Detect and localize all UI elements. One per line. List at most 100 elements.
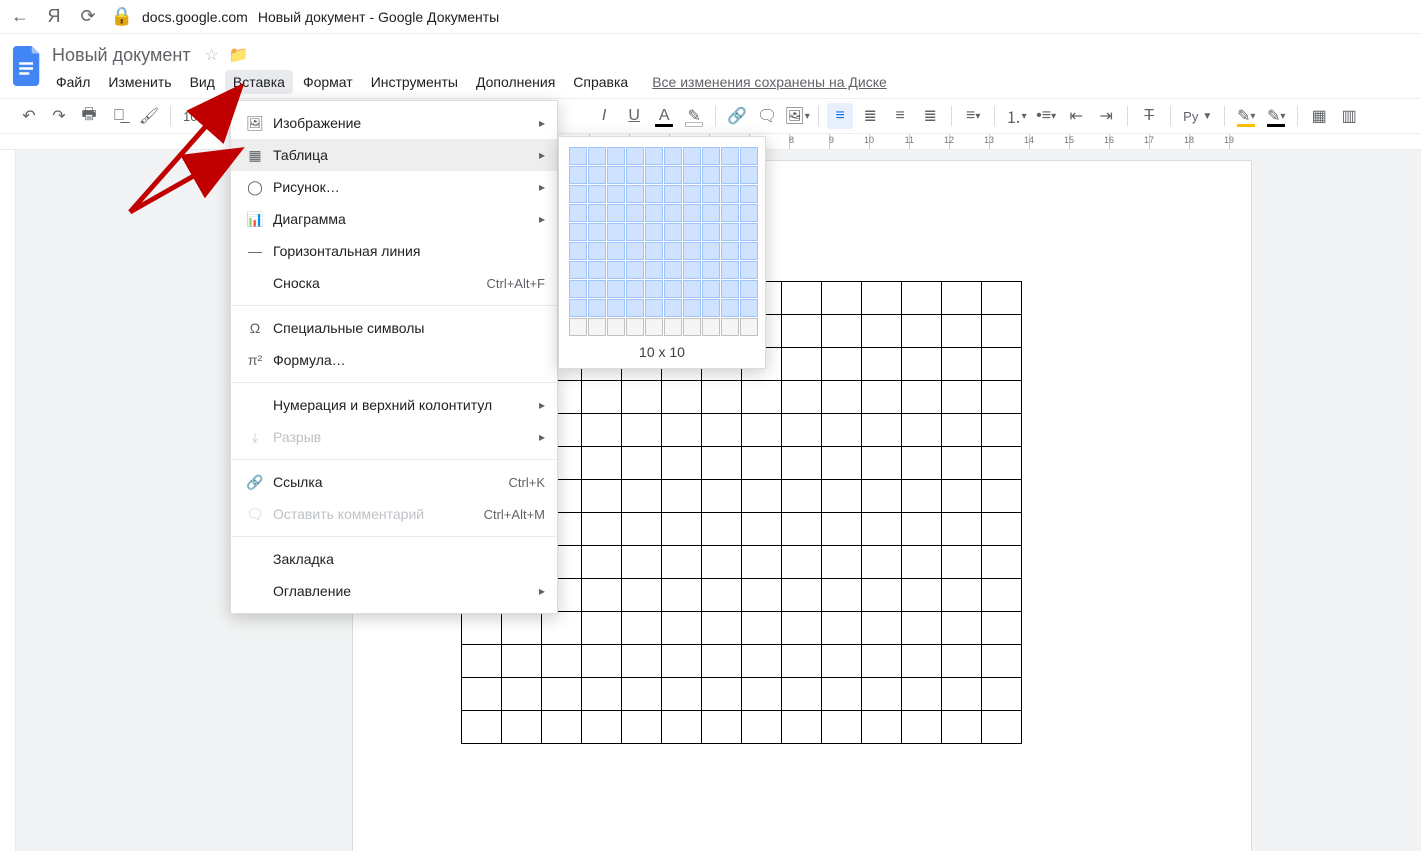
picker-cell[interactable]: [721, 147, 739, 165]
picker-cell[interactable]: [740, 261, 758, 279]
menu-item-toc[interactable]: Оглавление ▸: [231, 575, 557, 607]
menu-addons[interactable]: Дополнения: [468, 70, 563, 94]
back-icon[interactable]: ←: [10, 6, 30, 27]
undo-icon[interactable]: ↶: [16, 103, 42, 129]
picker-cell[interactable]: [607, 280, 625, 298]
picker-cell[interactable]: [645, 280, 663, 298]
picker-cell[interactable]: [569, 299, 587, 317]
picker-cell[interactable]: [664, 280, 682, 298]
picker-cell[interactable]: [740, 280, 758, 298]
picker-cell[interactable]: [740, 318, 758, 336]
picker-cell[interactable]: [664, 261, 682, 279]
picker-cell[interactable]: [626, 261, 644, 279]
picker-cell[interactable]: [702, 242, 720, 260]
picker-cell[interactable]: [626, 204, 644, 222]
picker-cell[interactable]: [740, 242, 758, 260]
picker-cell[interactable]: [607, 185, 625, 203]
reload-icon[interactable]: ⟳: [78, 6, 98, 27]
picker-cell[interactable]: [702, 318, 720, 336]
picker-cell[interactable]: [664, 147, 682, 165]
picker-cell[interactable]: [626, 185, 644, 203]
picker-cell[interactable]: [645, 299, 663, 317]
save-status[interactable]: Все изменения сохранены на Диске: [652, 74, 887, 90]
line-spacing-icon[interactable]: ≡▾: [960, 103, 986, 129]
picker-cell[interactable]: [721, 318, 739, 336]
picker-cell[interactable]: [588, 223, 606, 241]
picker-cell[interactable]: [721, 242, 739, 260]
picker-cell[interactable]: [664, 204, 682, 222]
picker-cell[interactable]: [569, 223, 587, 241]
picker-cell[interactable]: [607, 261, 625, 279]
picker-cell[interactable]: [683, 280, 701, 298]
picker-cell[interactable]: [569, 185, 587, 203]
picker-cell[interactable]: [569, 204, 587, 222]
picker-cell[interactable]: [702, 185, 720, 203]
picker-cell[interactable]: [607, 147, 625, 165]
picker-cell[interactable]: [702, 166, 720, 184]
picker-cell[interactable]: [683, 261, 701, 279]
paint-format-icon[interactable]: 🖌: [136, 103, 162, 129]
picker-cell[interactable]: [683, 204, 701, 222]
picker-cell[interactable]: [721, 185, 739, 203]
docs-logo-icon[interactable]: [8, 42, 48, 90]
insert-image-icon[interactable]: 🖼▾: [784, 103, 810, 129]
picker-cell[interactable]: [569, 242, 587, 260]
picker-cell[interactable]: [702, 204, 720, 222]
picker-cell[interactable]: [588, 261, 606, 279]
picker-cell[interactable]: [740, 147, 758, 165]
picker-cell[interactable]: [664, 223, 682, 241]
menu-item-footnote[interactable]: Сноска Ctrl+Alt+F: [231, 267, 557, 299]
menu-item-special-chars[interactable]: Ω Специальные символы: [231, 312, 557, 344]
picker-cell[interactable]: [607, 299, 625, 317]
picker-cell[interactable]: [683, 299, 701, 317]
indent-increase-icon[interactable]: ⇥: [1093, 103, 1119, 129]
menu-view[interactable]: Вид: [182, 70, 223, 94]
picker-cell[interactable]: [626, 166, 644, 184]
menu-item-bookmark[interactable]: Закладка: [231, 543, 557, 575]
picker-cell[interactable]: [626, 147, 644, 165]
menu-insert[interactable]: Вставка: [225, 70, 293, 94]
picker-cell[interactable]: [645, 223, 663, 241]
address-bar[interactable]: 🔒 docs.google.com Новый документ - Googl…: [112, 6, 499, 27]
picker-cell[interactable]: [664, 299, 682, 317]
picker-cell[interactable]: [626, 223, 644, 241]
picker-cell[interactable]: [664, 318, 682, 336]
picker-cell[interactable]: [588, 280, 606, 298]
picker-cell[interactable]: [664, 185, 682, 203]
picker-cell[interactable]: [588, 299, 606, 317]
picker-cell[interactable]: [607, 242, 625, 260]
picker-cell[interactable]: [721, 280, 739, 298]
picker-cell[interactable]: [588, 147, 606, 165]
picker-cell[interactable]: [721, 299, 739, 317]
picker-cell[interactable]: [740, 299, 758, 317]
picker-cell[interactable]: [740, 223, 758, 241]
align-left-icon[interactable]: ≡: [827, 103, 853, 129]
picker-cell[interactable]: [569, 318, 587, 336]
picker-cell[interactable]: [626, 242, 644, 260]
align-right-icon[interactable]: ≡: [887, 103, 913, 129]
menu-item-header-footer[interactable]: Нумерация и верхний колонтитул ▸: [231, 389, 557, 421]
indent-decrease-icon[interactable]: ⇤: [1063, 103, 1089, 129]
picker-cell[interactable]: [740, 204, 758, 222]
menu-edit[interactable]: Изменить: [100, 70, 179, 94]
picker-cell[interactable]: [626, 318, 644, 336]
picker-cell[interactable]: [607, 318, 625, 336]
picker-cell[interactable]: [626, 280, 644, 298]
picker-cell[interactable]: [702, 261, 720, 279]
picker-cell[interactable]: [740, 185, 758, 203]
underline-icon[interactable]: U: [621, 103, 647, 129]
picker-cell[interactable]: [683, 185, 701, 203]
picker-cell[interactable]: [569, 280, 587, 298]
star-icon[interactable]: ☆: [205, 45, 219, 65]
menu-item-table[interactable]: ▦ Таблица ▸: [231, 139, 557, 171]
align-justify-icon[interactable]: ≣: [917, 103, 943, 129]
picker-cell[interactable]: [740, 166, 758, 184]
menu-item-image[interactable]: 🖼 Изображение ▸: [231, 107, 557, 139]
picker-cell[interactable]: [588, 204, 606, 222]
cell-merge-icon[interactable]: ▥: [1336, 103, 1362, 129]
menu-format[interactable]: Формат: [295, 70, 361, 94]
input-tools[interactable]: Ру▼: [1179, 109, 1216, 124]
picker-cell[interactable]: [607, 204, 625, 222]
picker-cell[interactable]: [702, 280, 720, 298]
picker-cell[interactable]: [588, 166, 606, 184]
